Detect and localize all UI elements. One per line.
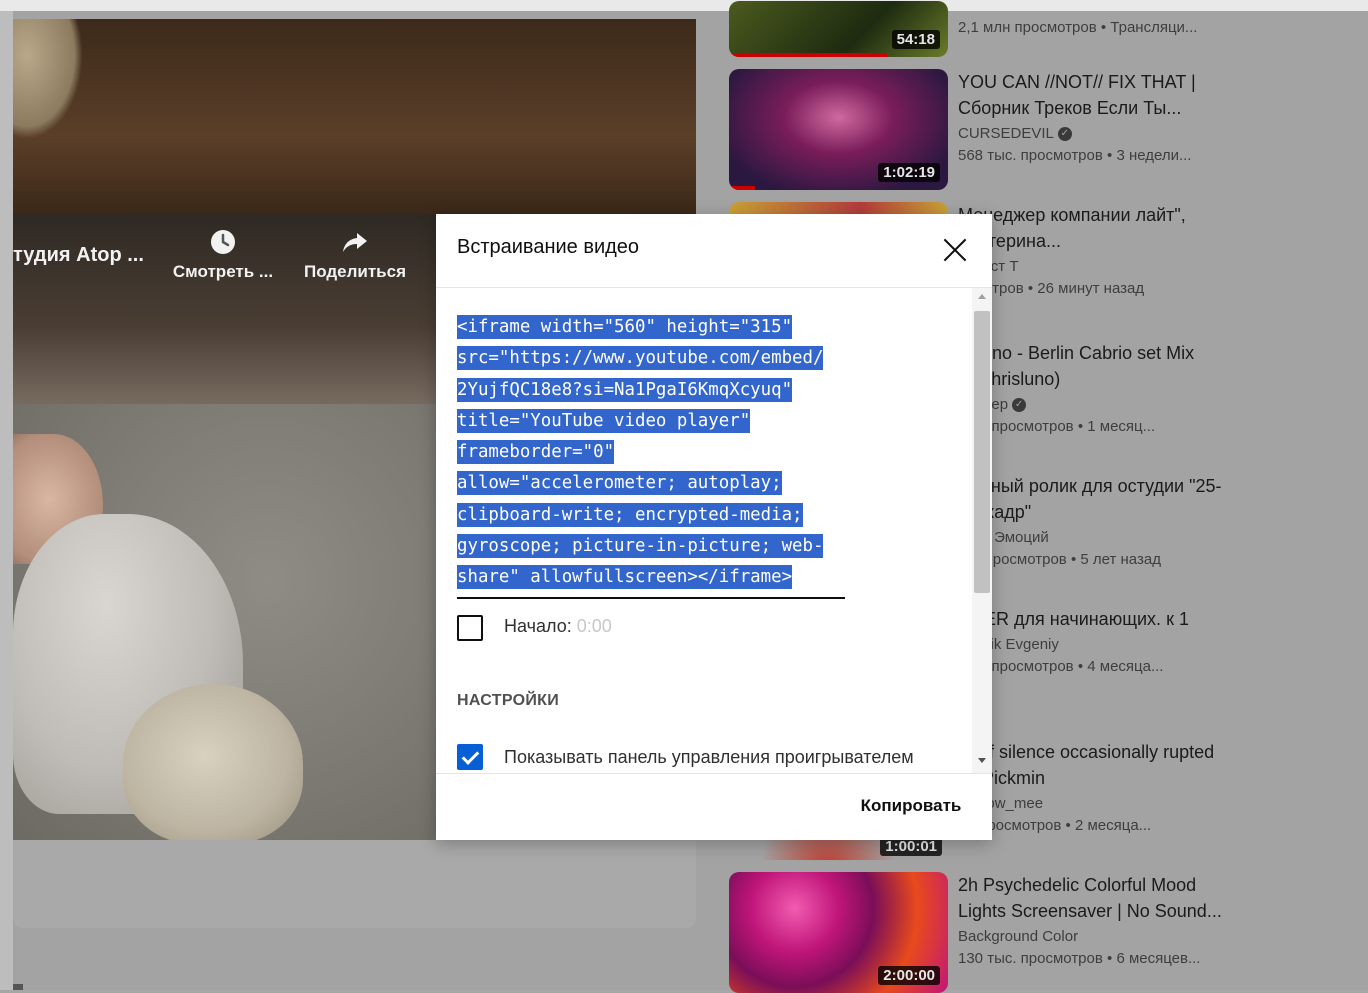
embed-code-textarea[interactable]: <iframe width="560" height="315" src="ht… [457, 312, 845, 599]
clock-icon [163, 228, 283, 262]
video-age: 2 месяца... [1074, 817, 1152, 834]
scroll-up-arrow-icon[interactable] [978, 294, 986, 299]
watch-later-label: Смотреть ... [172, 262, 274, 281]
video-age: Трансляци... [1110, 19, 1198, 36]
sidebar-video-item[interactable]: 54:18 2,1 млн просмотров • Трансляци... [729, 1, 1349, 59]
watch-progress-bar [729, 186, 756, 190]
settings-heading: НАСТРОЙКИ [457, 692, 560, 709]
show-controls-checkbox[interactable] [457, 744, 483, 770]
copy-button[interactable]: Копировать [846, 790, 976, 822]
video-title[interactable]: Менеджер компании лайт", Екатерина... [958, 202, 1238, 254]
dialog-scrollbar[interactable] [972, 288, 992, 773]
video-player[interactable]: тудия Atop ... Смотреть ... Поделиться [13, 214, 437, 840]
dialog-title: Встраивание видео [457, 236, 640, 258]
sidebar-video-item[interactable]: 1:02:19 YOU CAN //NOT// FIX THAT | Сборн… [729, 69, 1349, 191]
share-button[interactable]: Поделиться [295, 228, 415, 282]
video-age: 6 месяцев... [1116, 950, 1201, 967]
channel-name[interactable]: t_know_mee [958, 793, 1238, 815]
embed-code-line: share" allowfullscreen></iframe> [457, 565, 793, 590]
video-details-card [13, 840, 696, 928]
scroll-down-arrow-icon[interactable] [978, 758, 986, 763]
video-thumbnail[interactable]: 1:02:19 [729, 69, 948, 190]
video-thumbnail[interactable]: 54:18 [729, 1, 948, 57]
video-title[interactable]: ламный ролик для остудии "25-ый кадр" [958, 473, 1238, 525]
embed-code-line: title="YouTube video player" [457, 408, 751, 433]
video-title[interactable]: s Luno - Berlin Cabrio set Mix (@chrislu… [958, 340, 1238, 392]
video-age: 26 минут назад [1037, 280, 1145, 297]
video-title[interactable]: ur of silence occasionally rupted by Pic… [958, 739, 1238, 791]
embed-code-line: clipboard-write; encrypted-media; [457, 502, 803, 527]
scrollbar-thumb[interactable] [974, 311, 990, 593]
embed-code-line: src="https://www.youtube.com/embed/ [457, 346, 824, 371]
embed-code-line: 2YujfQC18e8?si=Na1PgaI6KmqXcyuq" [457, 377, 793, 402]
watch-later-button[interactable]: Смотреть ... [163, 228, 283, 282]
video-title[interactable]: NDER для начинающих. к 1 [958, 606, 1238, 632]
video-views: 130 тыс. просмотров [958, 950, 1103, 967]
verified-check-icon: ✓ [1012, 398, 1027, 413]
show-controls-label[interactable]: Показывать панель управления проигрывате… [504, 747, 914, 768]
watch-progress-bar [729, 53, 887, 57]
puppy-image [123, 684, 303, 840]
share-label: Поделиться [303, 262, 407, 281]
video-age: 4 месяца... [1087, 658, 1164, 675]
cut-off-text [13, 984, 23, 990]
start-time-label: Начало: [504, 616, 572, 636]
video-duration: 1:02:19 [878, 163, 940, 182]
verified-check-icon: ✓ [1057, 127, 1072, 142]
channel-name[interactable]: арка Эмоций [958, 527, 1238, 549]
close-icon[interactable] [939, 234, 971, 266]
channel-name[interactable]: opchik Evgeniy [958, 634, 1238, 656]
divider [436, 773, 992, 774]
embed-code-line: <iframe width="560" height="315" [457, 315, 793, 339]
video-frame-top[interactable] [13, 19, 696, 214]
video-age: 3 недели... [1116, 147, 1192, 164]
page-left-edge [0, 11, 13, 990]
puppy-head-image [13, 19, 83, 139]
video-title[interactable]: 2h Psychedelic Colorful Mood Lights Scre… [958, 872, 1238, 924]
start-time-checkbox[interactable] [457, 615, 483, 641]
video-views: 568 тыс. просмотров [958, 147, 1103, 164]
video-views: 2,1 млн просмотров [958, 19, 1097, 36]
video-thumbnail[interactable]: 2:00:00 [729, 872, 948, 993]
video-duration: 2:00:00 [878, 966, 940, 985]
channel-name[interactable]: инвест Т [958, 256, 1238, 278]
embed-code-line: gyroscope; picture-in-picture; web- [457, 534, 824, 559]
dialog-scroll-area[interactable]: <iframe width="560" height="315" src="ht… [436, 288, 972, 773]
video-title[interactable]: YOU CAN //NOT// FIX THAT | Сборник Треко… [958, 69, 1238, 121]
channel-name[interactable]: CURSEDEVIL [958, 125, 1054, 142]
share-arrow-icon [295, 228, 415, 262]
start-time-input[interactable]: 0:00 [577, 616, 612, 636]
video-duration: 54:18 [891, 30, 940, 49]
video-age: 1 месяц... [1087, 418, 1156, 435]
sidebar-video-item[interactable]: 2:00:00 2h Psychedelic Colorful Mood Lig… [729, 872, 1349, 993]
video-age: 5 лет назад [1080, 551, 1161, 568]
embed-code-line: allow="accelerometer; autoplay; [457, 471, 782, 496]
channel-overlay-title[interactable]: тудия Atop ... [13, 244, 144, 267]
embed-code-line: frameborder="0" [457, 440, 615, 465]
video-badge: инка [958, 300, 1238, 322]
channel-name[interactable]: Background Color [958, 926, 1238, 948]
embed-video-dialog: Встраивание видео <iframe width="560" he… [436, 214, 992, 840]
